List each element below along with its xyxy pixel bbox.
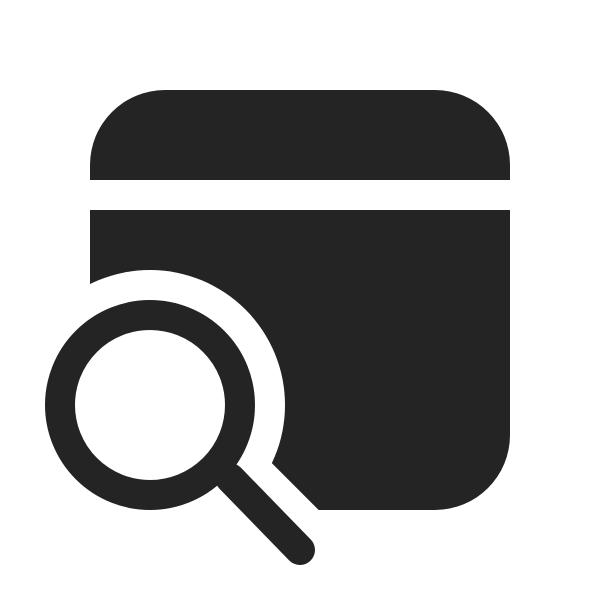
window-frame [90, 90, 510, 510]
icon-canvas [0, 0, 600, 600]
window-search-icon [45, 90, 510, 565]
